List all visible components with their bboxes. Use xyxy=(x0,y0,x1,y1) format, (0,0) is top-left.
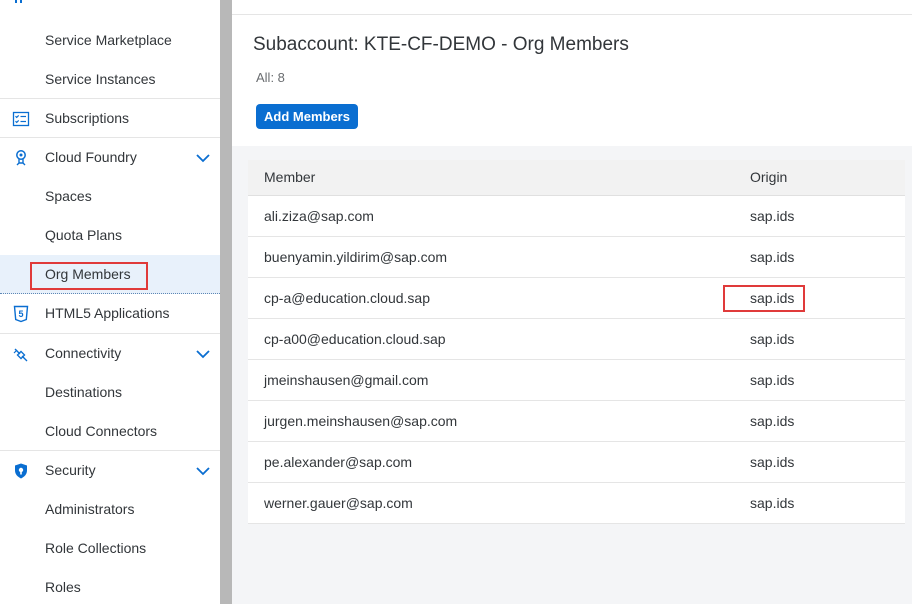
connectivity-icon xyxy=(12,345,30,363)
sidebar-item-service-marketplace[interactable]: Service Marketplace xyxy=(0,21,220,60)
column-header-member[interactable]: Member xyxy=(264,160,315,195)
html5-icon: 5 xyxy=(12,305,30,323)
sidebar-item-label: Service Instances xyxy=(45,71,156,87)
origin-cell: sap.ids xyxy=(750,372,795,388)
sidebar-item-connectivity[interactable]: Connectivity xyxy=(0,334,220,373)
sidebar-item-label: Roles xyxy=(45,579,81,595)
member-cell: cp-a@education.cloud.sap xyxy=(264,290,430,306)
member-cell: werner.gauer@sap.com xyxy=(264,495,413,511)
table-row[interactable]: pe.alexander@sap.com sap.ids xyxy=(248,442,905,483)
sidebar-item-cloud-foundry[interactable]: Cloud Foundry xyxy=(0,138,220,177)
member-count: All: 8 xyxy=(256,70,285,85)
sidebar-item-administrators[interactable]: Administrators xyxy=(0,490,220,529)
sidebar-item-label: Cloud Foundry xyxy=(45,149,137,165)
member-cell: jmeinshausen@gmail.com xyxy=(264,372,429,388)
origin-cell: sap.ids xyxy=(750,208,795,224)
sidebar-item-label: Security xyxy=(45,462,96,478)
table-row[interactable]: werner.gauer@sap.com sap.ids xyxy=(248,483,905,524)
collapsed-icon-stub xyxy=(14,0,24,4)
sidebar-item-roles[interactable]: Roles xyxy=(0,568,220,604)
sidebar-item-label: Quota Plans xyxy=(45,227,123,243)
table-header: Member Origin xyxy=(248,160,905,196)
table-container: Member Origin ali.ziza@sap.com sap.ids b… xyxy=(232,146,912,604)
sidebar-item-label: Connectivity xyxy=(45,345,122,361)
table-row[interactable]: jurgen.meinshausen@sap.com sap.ids xyxy=(248,401,905,442)
sidebar-item-cloud-connectors[interactable]: Cloud Connectors xyxy=(0,412,220,451)
table-row[interactable]: buenyamin.yildirim@sap.com sap.ids xyxy=(248,237,905,278)
table-row[interactable]: cp-a@education.cloud.sap sap.ids xyxy=(248,278,905,319)
sidebar-item-label: HTML5 Applications xyxy=(45,305,170,321)
origin-cell: sap.ids xyxy=(750,249,795,265)
member-cell: pe.alexander@sap.com xyxy=(264,454,413,470)
sidebar-item-spaces[interactable]: Spaces xyxy=(0,177,220,216)
sidebar-item-service-instances[interactable]: Service Instances xyxy=(0,60,220,99)
highlight-box-org-members xyxy=(30,262,148,290)
shield-icon xyxy=(12,462,30,480)
app-root: Service Marketplace Service Instances Su… xyxy=(0,0,912,604)
sidebar-item-label: Subscriptions xyxy=(45,110,130,126)
table-row[interactable]: cp-a00@education.cloud.sap sap.ids xyxy=(248,319,905,360)
table-row[interactable]: ali.ziza@sap.com sap.ids xyxy=(248,196,905,237)
member-cell: cp-a00@education.cloud.sap xyxy=(264,331,446,347)
sidebar-item-label: Spaces xyxy=(45,188,92,204)
checklist-icon xyxy=(12,110,30,128)
sidebar-item-label: Role Collections xyxy=(45,540,147,556)
origin-cell: sap.ids xyxy=(750,495,795,511)
member-cell: jurgen.meinshausen@sap.com xyxy=(264,413,458,429)
sidebar-item-html5-applications[interactable]: 5 HTML5 Applications xyxy=(0,294,220,333)
add-members-button[interactable]: Add Members xyxy=(256,104,358,129)
chevron-down-icon[interactable] xyxy=(196,464,210,476)
sidebar-nav: Service Marketplace Service Instances Su… xyxy=(0,0,220,604)
svg-text:5: 5 xyxy=(18,309,23,319)
origin-cell: sap.ids xyxy=(750,413,795,429)
sidebar-item-destinations[interactable]: Destinations xyxy=(0,373,220,412)
sidebar-item-label: Cloud Connectors xyxy=(45,423,158,439)
sidebar-item-subscriptions[interactable]: Subscriptions xyxy=(0,99,220,138)
member-cell: ali.ziza@sap.com xyxy=(264,208,374,224)
sidebar-item-label: Service Marketplace xyxy=(45,32,172,48)
sidebar-scrollbar[interactable] xyxy=(220,0,232,604)
main-content: Subaccount: KTE-CF-DEMO - Org Members Al… xyxy=(232,0,912,604)
members-table: Member Origin ali.ziza@sap.com sap.ids b… xyxy=(248,160,905,524)
cloud-foundry-icon xyxy=(12,149,30,167)
column-header-origin[interactable]: Origin xyxy=(750,160,787,195)
origin-cell: sap.ids xyxy=(750,331,795,347)
chevron-down-icon[interactable] xyxy=(196,347,210,359)
sidebar-item-label: Administrators xyxy=(45,501,135,517)
chevron-down-icon[interactable] xyxy=(196,151,210,163)
member-cell: buenyamin.yildirim@sap.com xyxy=(264,249,448,265)
sidebar-item-label: Destinations xyxy=(45,384,123,400)
sidebar-item-security[interactable]: Security xyxy=(0,451,220,490)
header-divider xyxy=(232,14,912,15)
table-row[interactable]: jmeinshausen@gmail.com sap.ids xyxy=(248,360,905,401)
origin-cell: sap.ids xyxy=(750,454,795,470)
sidebar-item-quota-plans[interactable]: Quota Plans xyxy=(0,216,220,255)
highlight-box-origin xyxy=(723,285,805,312)
sidebar-item-role-collections[interactable]: Role Collections xyxy=(0,529,220,568)
page-title: Subaccount: KTE-CF-DEMO - Org Members xyxy=(253,34,629,55)
